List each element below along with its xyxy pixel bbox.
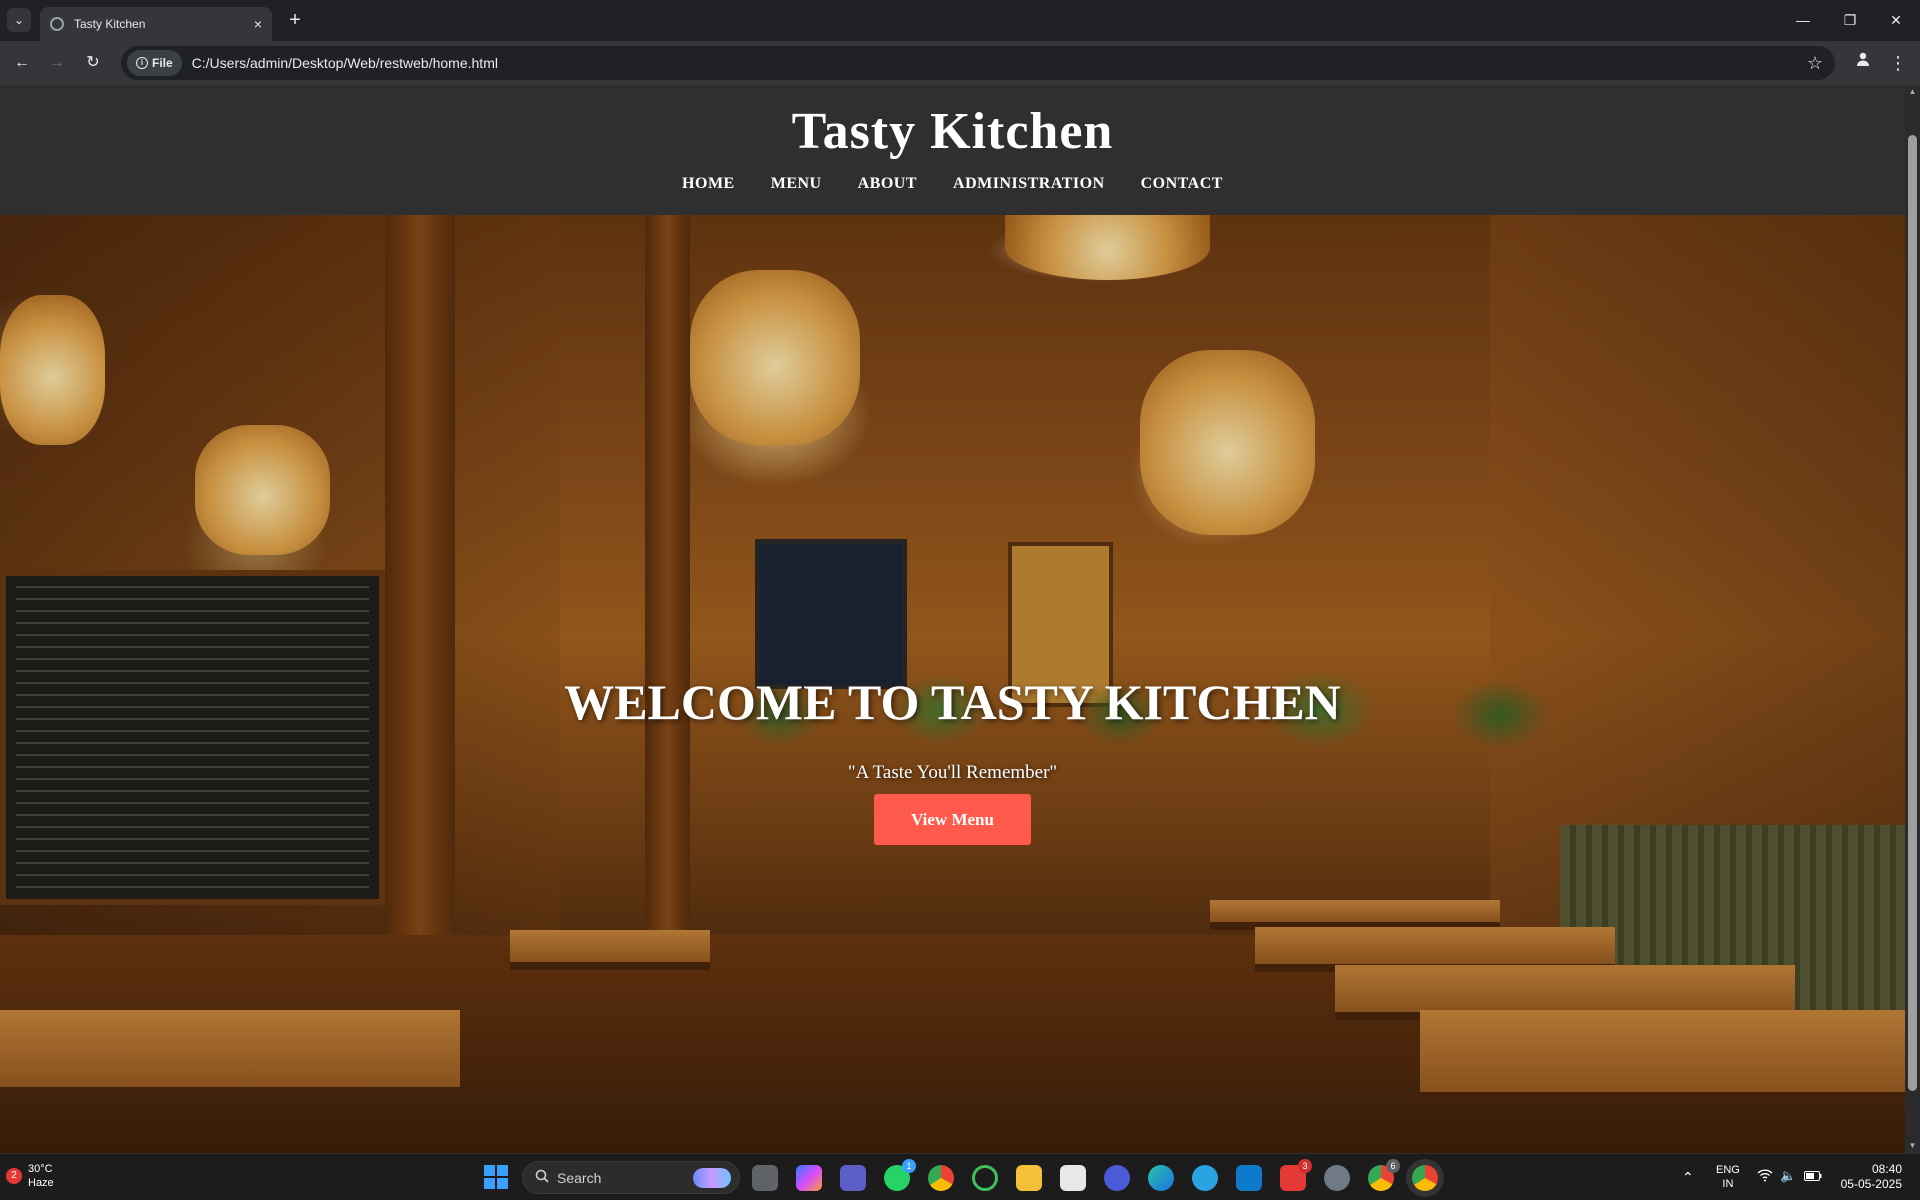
wifi-icon[interactable] xyxy=(1757,1168,1773,1185)
nav-contact[interactable]: CONTACT xyxy=(1141,175,1223,193)
weather-widget[interactable]: 2 30°C Haze xyxy=(6,1162,54,1190)
close-tab-icon[interactable]: × xyxy=(254,16,262,32)
hero-section: WELCOME TO TASTY KITCHEN "A Taste You'll… xyxy=(0,215,1905,1153)
site-info-chip[interactable]: i File xyxy=(127,50,182,76)
scrollbar-thumb[interactable] xyxy=(1908,135,1917,1091)
globe-icon xyxy=(50,17,64,31)
app-icon[interactable] xyxy=(972,1165,998,1191)
language-region: IN xyxy=(1722,1178,1734,1190)
info-icon: i xyxy=(136,57,148,69)
weather-condition: Haze xyxy=(28,1177,54,1189)
page-scrollbar[interactable]: ▲ ▼ xyxy=(1905,85,1920,1153)
file-explorer-icon[interactable] xyxy=(1016,1165,1042,1191)
tab-tasty-kitchen[interactable]: Tasty Kitchen × xyxy=(40,7,272,41)
reload-icon: ↻ xyxy=(86,54,100,71)
search-icon xyxy=(535,1169,549,1186)
arrow-right-icon: → xyxy=(49,54,65,71)
site-header: Tasty Kitchen HOME MENU ABOUT ADMINISTRA… xyxy=(0,85,1905,215)
reload-button[interactable]: ↻ xyxy=(79,49,107,77)
site-chip-label: File xyxy=(152,56,173,70)
nav-about[interactable]: ABOUT xyxy=(858,175,917,193)
weather-temperature: 30°C xyxy=(28,1163,53,1175)
whatsapp-icon[interactable]: 1 xyxy=(884,1159,916,1191)
chevron-down-icon: ⌄ xyxy=(13,13,25,27)
edge-icon[interactable] xyxy=(1148,1165,1174,1191)
tab-title: Tasty Kitchen xyxy=(74,17,146,31)
new-tab-button[interactable]: + xyxy=(283,9,307,33)
chrome-active-icon[interactable] xyxy=(1412,1165,1438,1191)
telegram-icon[interactable] xyxy=(1192,1165,1218,1191)
close-window-button[interactable]: ✕ xyxy=(1876,6,1916,34)
windows-taskbar: 2 30°C Haze Search 1 3 6 ⌃ ENG IN 🔈 08:4… xyxy=(0,1153,1920,1200)
wps-badge: 3 xyxy=(1298,1159,1312,1173)
profile-icon[interactable] xyxy=(1849,49,1877,77)
nav-menu[interactable]: MENU xyxy=(771,175,822,193)
scroll-up-arrow-icon[interactable]: ▲ xyxy=(1908,87,1917,96)
battery-icon[interactable] xyxy=(1804,1170,1822,1184)
whatsapp-badge: 1 xyxy=(902,1159,916,1173)
language-code: ENG xyxy=(1716,1164,1740,1176)
hero-tagline: "A Taste You'll Remember" xyxy=(847,762,1058,783)
hero-heading: WELCOME TO TASTY KITCHEN xyxy=(564,674,1341,730)
browser-tab-strip: ⌄ Tasty Kitchen × + — ❐ ✕ xyxy=(0,0,1920,41)
taskbar-search[interactable]: Search xyxy=(522,1161,740,1194)
page-viewport: Tasty Kitchen HOME MENU ABOUT ADMINISTRA… xyxy=(0,85,1920,1153)
back-button[interactable]: ← xyxy=(8,49,36,77)
chrome-badge: 6 xyxy=(1386,1159,1400,1173)
arrow-left-icon: ← xyxy=(14,54,30,71)
system-clock[interactable]: 08:40 05-05-2025 xyxy=(1832,1162,1902,1192)
view-menu-button[interactable]: View Menu xyxy=(874,794,1031,845)
weather-badge: 2 xyxy=(6,1168,22,1184)
minimize-button[interactable]: — xyxy=(1783,6,1823,34)
language-indicator[interactable]: ENG IN xyxy=(1716,1163,1740,1191)
browser-menu-icon[interactable]: ⋮ xyxy=(1884,49,1912,77)
task-view-icon[interactable] xyxy=(752,1165,778,1191)
clock-date: 05-05-2025 xyxy=(1840,1177,1902,1191)
store-icon[interactable] xyxy=(1060,1165,1086,1191)
volume-muted-icon[interactable]: 🔈 xyxy=(1780,1168,1796,1184)
scroll-down-arrow-icon[interactable]: ▼ xyxy=(1908,1141,1917,1150)
nav-administration[interactable]: ADMINISTRATION xyxy=(953,175,1105,193)
search-placeholder: Search xyxy=(557,1169,602,1186)
browser-toolbar: ← → ↻ i File C:/Users/admin/Desktop/Web/… xyxy=(0,41,1920,85)
site-title: Tasty Kitchen xyxy=(791,103,1114,160)
wps-icon[interactable]: 3 xyxy=(1280,1159,1312,1191)
tab-search-button[interactable]: ⌄ xyxy=(7,8,31,32)
nav-home[interactable]: HOME xyxy=(682,175,735,193)
address-bar[interactable]: i File C:/Users/admin/Desktop/Web/restwe… xyxy=(121,46,1835,80)
vscode-icon[interactable] xyxy=(1236,1165,1262,1191)
chrome-icon[interactable]: 6 xyxy=(1368,1159,1400,1191)
settings-icon[interactable] xyxy=(1324,1165,1350,1191)
windows-start-icon[interactable] xyxy=(484,1165,508,1189)
teams-icon[interactable] xyxy=(840,1165,866,1191)
main-nav: HOME MENU ABOUT ADMINISTRATION CONTACT xyxy=(0,175,1905,193)
copilot-icon[interactable] xyxy=(796,1165,822,1191)
bookmark-star-icon[interactable]: ☆ xyxy=(1807,53,1823,74)
search-highlight-image xyxy=(693,1168,731,1188)
chrome-icon[interactable] xyxy=(928,1165,954,1191)
restore-button[interactable]: ❐ xyxy=(1830,6,1870,34)
url-text[interactable]: C:/Users/admin/Desktop/Web/restweb/home.… xyxy=(192,55,1807,71)
tray-chevron-up-icon[interactable]: ⌃ xyxy=(1682,1169,1694,1186)
clock-time: 08:40 xyxy=(1871,1162,1902,1176)
app-icon[interactable] xyxy=(1104,1165,1130,1191)
forward-button[interactable]: → xyxy=(43,49,71,77)
